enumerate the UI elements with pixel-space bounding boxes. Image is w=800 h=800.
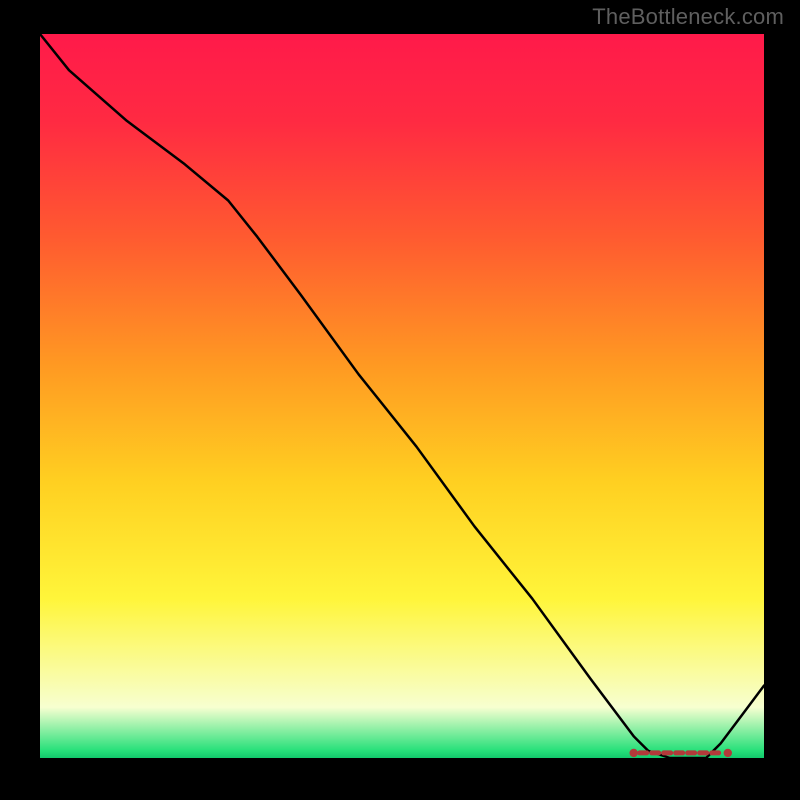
highlight-dot xyxy=(629,749,637,757)
chart-frame: TheBottleneck.com xyxy=(0,0,800,800)
highlight-dot xyxy=(724,749,732,757)
plot-area xyxy=(40,34,764,758)
bottleneck-chart xyxy=(0,0,800,800)
